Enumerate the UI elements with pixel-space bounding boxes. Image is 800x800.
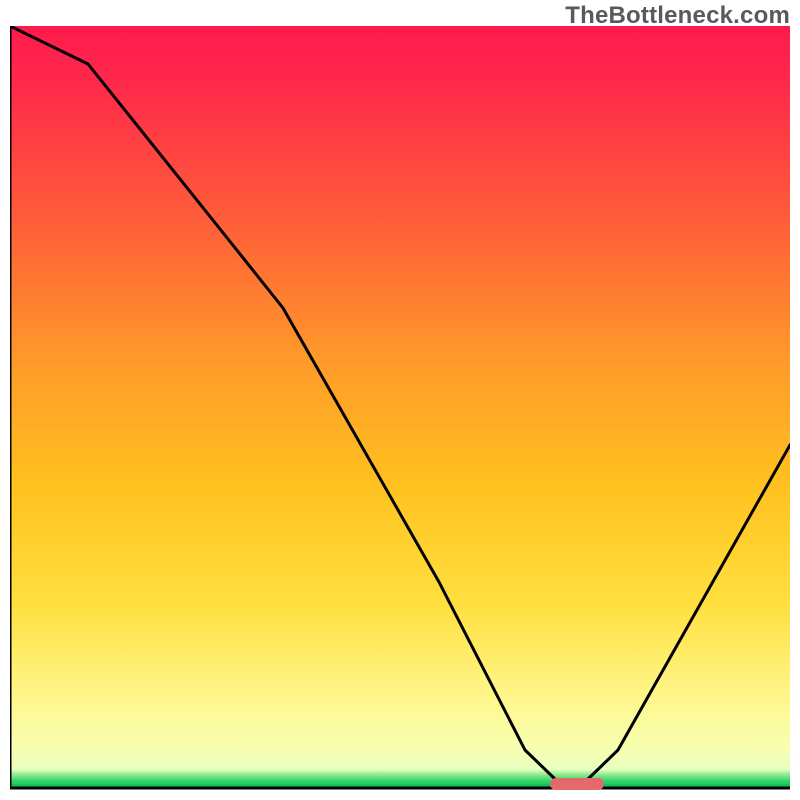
optimal-range-marker: [550, 778, 604, 790]
gradient-background: [10, 26, 790, 770]
chart-area: [10, 26, 790, 790]
chart-svg: [10, 26, 790, 790]
green-baseline-band: [10, 770, 790, 786]
